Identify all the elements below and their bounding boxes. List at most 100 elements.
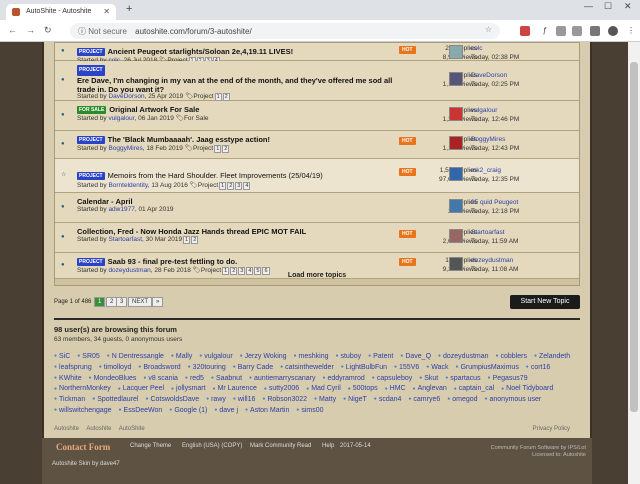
extension-icon[interactable]: [520, 26, 530, 36]
online-user-link[interactable]: LightBulbFun: [341, 364, 387, 371]
online-user-link[interactable]: anonymous user: [484, 396, 541, 403]
online-user-link[interactable]: MondeoBlues: [89, 375, 137, 382]
breadcrumb-item[interactable]: Autoshite: [54, 426, 79, 432]
topic-page-link[interactable]: 1: [214, 145, 222, 153]
topic-title-text[interactable]: Collection, Fred - Now Honda Jazz Hands …: [77, 227, 306, 236]
online-user-link[interactable]: will16: [233, 396, 256, 403]
online-user-link[interactable]: Anglevan: [413, 385, 447, 392]
topic-title[interactable]: PROJECT Memoirs from the Hard Shoulder. F…: [77, 171, 323, 181]
extension-icon[interactable]: [572, 26, 582, 36]
online-user-link[interactable]: GrumpiusMaximus: [455, 364, 518, 371]
last-poster-link[interactable]: DaveDorson: [471, 72, 507, 79]
topic-row[interactable]: ● PROJECT Ancient Peugeot starlights/Soloa…: [55, 43, 579, 65]
topic-page-link[interactable]: 1: [219, 182, 227, 190]
online-user-link[interactable]: Aston Martin: [245, 407, 289, 414]
url-field[interactable]: ⓘ Not secure autoshite.com/forum/3-autos…: [70, 23, 500, 39]
breadcrumb-item[interactable]: Autoshite: [86, 426, 111, 432]
online-user-link[interactable]: dave j: [214, 407, 238, 414]
online-user-link[interactable]: leafsprung: [54, 364, 92, 371]
menu-icon[interactable]: ⋮: [626, 26, 636, 36]
online-user-link[interactable]: 500tops: [348, 385, 378, 392]
last-page-button[interactable]: »: [152, 297, 164, 307]
online-user-link[interactable]: CotswoldsDave: [145, 396, 199, 403]
online-user-link[interactable]: meshking: [294, 353, 329, 360]
topic-title-text[interactable]: Original Artwork For Sale: [109, 105, 199, 114]
browser-tab[interactable]: AutoShite - Autoshite ✕: [6, 4, 116, 20]
topic-row[interactable]: ● FOR SALE Original Artwork For Sale Starte…: [55, 101, 579, 131]
avatar[interactable]: [449, 136, 463, 150]
online-user-link[interactable]: Mr Laurence: [213, 385, 257, 392]
online-user-link[interactable]: Lacquer Peel: [118, 385, 164, 392]
online-user-link[interactable]: spartacus: [445, 375, 480, 382]
topic-title[interactable]: PROJECT Ancient Peugeot starlights/Soloan…: [77, 47, 293, 57]
last-poster-link[interactable]: 95 quid Peugeot: [471, 199, 518, 206]
online-user-link[interactable]: Pegasus79: [488, 375, 528, 382]
load-more-button[interactable]: Load more topics: [55, 272, 579, 279]
extension-icon[interactable]: [590, 26, 600, 36]
topic-page-link[interactable]: 2: [191, 236, 199, 244]
online-user-link[interactable]: cort16: [526, 364, 551, 371]
online-user-link[interactable]: Wack: [426, 364, 448, 371]
author-link[interactable]: Bornteldentity: [108, 182, 147, 189]
author-link[interactable]: adw1977: [108, 206, 134, 213]
last-poster-link[interactable]: vulgalour: [471, 107, 497, 114]
minimize-icon[interactable]: —: [584, 1, 593, 11]
topic-title-text[interactable]: Calendar - April: [77, 197, 133, 206]
online-user-link[interactable]: Noel Tidyboard: [501, 385, 553, 392]
scrollbar[interactable]: [628, 42, 640, 484]
footer-link[interactable]: English (USA) (COPY): [182, 443, 242, 449]
scrollbar-thumb[interactable]: [630, 62, 638, 412]
topic-page-link[interactable]: 2: [222, 145, 230, 153]
footer-link[interactable]: Mark Community Read: [250, 443, 311, 449]
online-user-link[interactable]: 155V6: [394, 364, 419, 371]
topic-page-link[interactable]: 4: [243, 182, 251, 190]
window-close-icon[interactable]: ✕: [624, 1, 632, 12]
forward-icon[interactable]: →: [26, 25, 35, 35]
online-user-link[interactable]: dozeydustman: [438, 353, 489, 360]
online-user-link[interactable]: 320touring: [188, 364, 226, 371]
topic-page-link[interactable]: 2: [227, 182, 235, 190]
topic-row[interactable]: ● Collection, Fred - Now Honda Jazz Hands…: [55, 223, 579, 253]
online-user-link[interactable]: Jerzy Woking: [240, 353, 287, 360]
avatar[interactable]: [449, 45, 463, 59]
last-poster-link[interactable]: BoggyMires: [471, 136, 505, 143]
topic-row[interactable]: ☆ PROJECT Memoirs from the Hard Shoulder. …: [55, 159, 579, 193]
author-link[interactable]: Startoarfast: [108, 236, 142, 243]
new-tab-button[interactable]: +: [126, 3, 132, 15]
online-user-link[interactable]: capsuleboy: [372, 375, 412, 382]
avatar[interactable]: [449, 229, 463, 243]
avatar[interactable]: [449, 199, 463, 213]
online-user-link[interactable]: Google (1): [169, 407, 207, 414]
next-page-button[interactable]: NEXT: [128, 297, 153, 307]
online-user-link[interactable]: red5: [185, 375, 204, 382]
online-user-link[interactable]: timolloyd: [99, 364, 132, 371]
online-user-link[interactable]: auntiemarryscanary: [249, 375, 316, 382]
topic-page-link[interactable]: 1: [214, 93, 222, 101]
online-user-link[interactable]: Mally: [171, 353, 192, 360]
online-user-link[interactable]: NigeT: [343, 396, 367, 403]
online-user-link[interactable]: sutty2006: [264, 385, 299, 392]
online-user-link[interactable]: N Dentressangle: [107, 353, 164, 360]
last-poster-link[interactable]: Startoarfast: [471, 229, 505, 236]
topic-row[interactable]: ● Calendar - April Started by adw1977, 01 …: [55, 193, 579, 223]
online-user-link[interactable]: Mad Cyril: [306, 385, 341, 392]
author-link[interactable]: DaveDorson: [108, 93, 144, 100]
footer-link[interactable]: Help: [322, 443, 334, 449]
online-user-link[interactable]: Zelandeth: [534, 353, 570, 360]
avatar[interactable]: [449, 167, 463, 181]
online-user-link[interactable]: willswitchengage: [54, 407, 112, 414]
avatar[interactable]: [449, 107, 463, 121]
topic-title[interactable]: Collection, Fred - Now Honda Jazz Hands …: [77, 227, 306, 236]
online-user-link[interactable]: v8 scania: [143, 375, 178, 382]
online-user-link[interactable]: EssDeeWon: [119, 407, 163, 414]
online-user-link[interactable]: camrye6: [408, 396, 440, 403]
online-user-link[interactable]: captain_cal: [454, 385, 494, 392]
topic-title-text[interactable]: Memoirs from the Hard Shoulder. Fleet Im…: [108, 171, 323, 180]
online-user-link[interactable]: Dave_Q: [400, 353, 431, 360]
online-user-link[interactable]: Robson3022: [262, 396, 307, 403]
online-user-link[interactable]: Saabnut: [211, 375, 242, 382]
maximize-icon[interactable]: ☐: [604, 1, 612, 12]
online-user-link[interactable]: jollysmart: [171, 385, 206, 392]
online-user-link[interactable]: HMC: [385, 385, 406, 392]
back-icon[interactable]: ←: [8, 25, 17, 35]
